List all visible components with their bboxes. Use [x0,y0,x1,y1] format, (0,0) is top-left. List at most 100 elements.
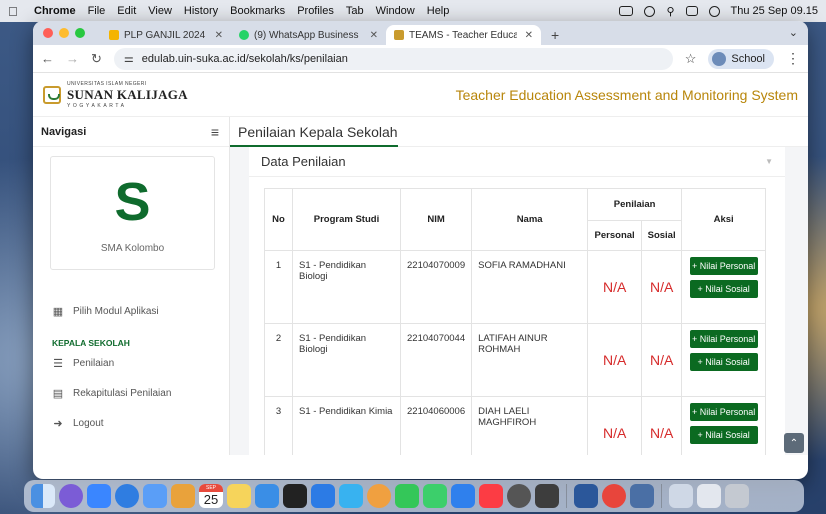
sidebar-item-label: Pilih Modul Aplikasi [73,305,159,317]
back-icon[interactable]: ← [41,51,54,66]
trash-icon[interactable] [725,484,749,508]
opera-icon[interactable] [602,484,626,508]
school-card: S SMA Kolombo [50,156,215,270]
cell-aksi: + Nilai Personal + Nilai Sosial [681,396,767,455]
col-program-studi: Program Studi [292,188,401,251]
siri-icon[interactable] [59,484,83,508]
tab-label: PLP GANJIL 2024 - Google D [124,29,207,41]
sidebar-item-rekapitulasi[interactable]: ▤ Rekapitulasi Penilaian [33,382,229,404]
cell-program: S1 - Pendidikan Biologi [292,323,401,397]
siri-icon[interactable] [708,5,720,17]
chrome-icon[interactable] [507,484,531,508]
profile-button[interactable]: School [708,48,774,69]
close-window-button[interactable] [43,28,53,38]
cell-program: S1 - Pendidikan Biologi [292,250,401,324]
freeform-icon[interactable] [255,484,279,508]
music-icon[interactable] [479,484,503,508]
screen-mirroring-icon[interactable] [644,5,656,17]
photos-icon[interactable] [367,484,391,508]
sidebar-item-module[interactable]: ▦ Pilih Modul Aplikasi [33,300,229,322]
site-info-icon[interactable]: ⚌ [124,52,134,65]
battery-icon[interactable] [619,6,634,16]
maps-icon[interactable] [339,484,363,508]
card-title: Data Penilaian [261,154,346,169]
reload-icon[interactable]: ↻ [91,51,102,67]
nilai-personal-button[interactable]: + Nilai Personal [689,257,758,275]
collapse-caret-icon[interactable]: ▼ [765,157,773,166]
cell-nim: 22104060006 [399,396,473,455]
calendar-icon[interactable]: SEP 25 [199,484,223,508]
menu-profiles[interactable]: Profiles [297,5,334,17]
close-tab-icon[interactable]: ✕ [215,30,223,41]
cell-no: 3 [264,396,293,455]
table-row: 1 S1 - Pendidikan Biologi 22104070009 SO… [264,250,767,324]
scroll-to-top-button[interactable]: ⌃ [784,433,804,453]
facetime-icon[interactable] [423,484,447,508]
hamburger-menu-icon[interactable]: ≡ [211,124,219,140]
nilai-personal-button[interactable]: + Nilai Personal [689,403,758,421]
reminders-icon[interactable] [311,484,335,508]
apple-tv-icon[interactable] [283,484,307,508]
messages-icon[interactable] [395,484,419,508]
finder-icon[interactable] [31,484,55,508]
col-nim: NIM [399,188,473,251]
zoom-window-button[interactable] [75,28,85,38]
notes-icon[interactable] [227,484,251,508]
address-bar[interactable]: ⚌ edulab.uin-suka.ac.id/sekolah/ks/penil… [113,47,673,70]
menu-tab[interactable]: Tab [346,5,364,17]
school-initial: S [114,172,151,232]
launchpad-icon[interactable] [87,484,111,508]
minimize-window-button[interactable] [59,28,69,38]
menu-help[interactable]: Help [427,5,450,17]
sidebar-item-label: Penilaian [73,357,115,369]
preview-icon[interactable] [630,484,654,508]
capcut-icon[interactable] [535,484,559,508]
nilai-personal-button[interactable]: + Nilai Personal [689,330,758,348]
table-icon: ▤ [52,387,64,400]
bookmark-star-icon[interactable]: ☆ [685,51,697,67]
tab-teams[interactable]: TEAMS - Teacher Education / ✕ [386,25,541,45]
menu-bookmarks[interactable]: Bookmarks [230,5,285,17]
contacts-icon[interactable] [171,484,195,508]
app-store-icon[interactable] [451,484,475,508]
recent-documents-icon[interactable] [697,484,721,508]
cell-sosial: N/A [641,396,683,455]
sidebar-item-logout[interactable]: ➜ Logout [33,412,229,434]
cell-sosial: N/A [641,250,683,324]
menu-file[interactable]: File [88,5,106,17]
menubar-clock[interactable]: Thu 25 Sep 09.15 [731,5,818,17]
cell-program: S1 - Pendidikan Kimia [292,396,401,455]
menu-history[interactable]: History [184,5,218,17]
tab-label: (9) WhatsApp Business [254,29,359,41]
close-tab-icon[interactable]: ✕ [525,30,533,41]
search-icon[interactable]: ⚲ [666,5,674,18]
tab-search-chevron-icon[interactable]: ⌄ [789,26,798,39]
logo-line-2: SUNAN KALIJAGA [67,86,188,102]
nilai-sosial-button[interactable]: + Nilai Sosial [689,353,758,371]
mail-icon[interactable] [143,484,167,508]
control-center-icon[interactable] [685,6,698,16]
sidebar-section-kepala-sekolah: KEPALA SEKOLAH [52,338,130,348]
tab-plp-ganjil[interactable]: PLP GANJIL 2024 - Google D ✕ [101,25,231,45]
safari-icon[interactable] [115,484,139,508]
col-nama: Nama [471,188,589,251]
close-tab-icon[interactable]: ✕ [370,30,378,41]
tab-whatsapp[interactable]: (9) WhatsApp Business ✕ [231,25,386,45]
menu-edit[interactable]: Edit [117,5,136,17]
menu-window[interactable]: Window [376,5,415,17]
cell-nama: LATIFAH AINUR ROHMAH [471,323,589,397]
menu-app-name[interactable]: Chrome [34,5,76,17]
menu-view[interactable]: View [148,5,172,17]
apple-icon[interactable]:  [8,4,22,19]
calendar-day: 25 [203,492,219,507]
page-title: Penilaian Kepala Sekolah [238,123,398,140]
nilai-sosial-button[interactable]: + Nilai Sosial [689,280,758,298]
new-tab-button[interactable]: + [541,25,569,45]
uin-logo[interactable]: UNIVERSITAS ISLAM NEGERI SUNAN KALIJAGA … [43,81,188,109]
sidebar-item-penilaian[interactable]: ☰ Penilaian [33,352,229,374]
forward-icon[interactable]: → [66,51,79,66]
browser-menu-icon[interactable]: ⋮ [786,50,800,67]
downloads-folder-icon[interactable] [669,484,693,508]
word-icon[interactable] [574,484,598,508]
nilai-sosial-button[interactable]: + Nilai Sosial [689,426,758,444]
